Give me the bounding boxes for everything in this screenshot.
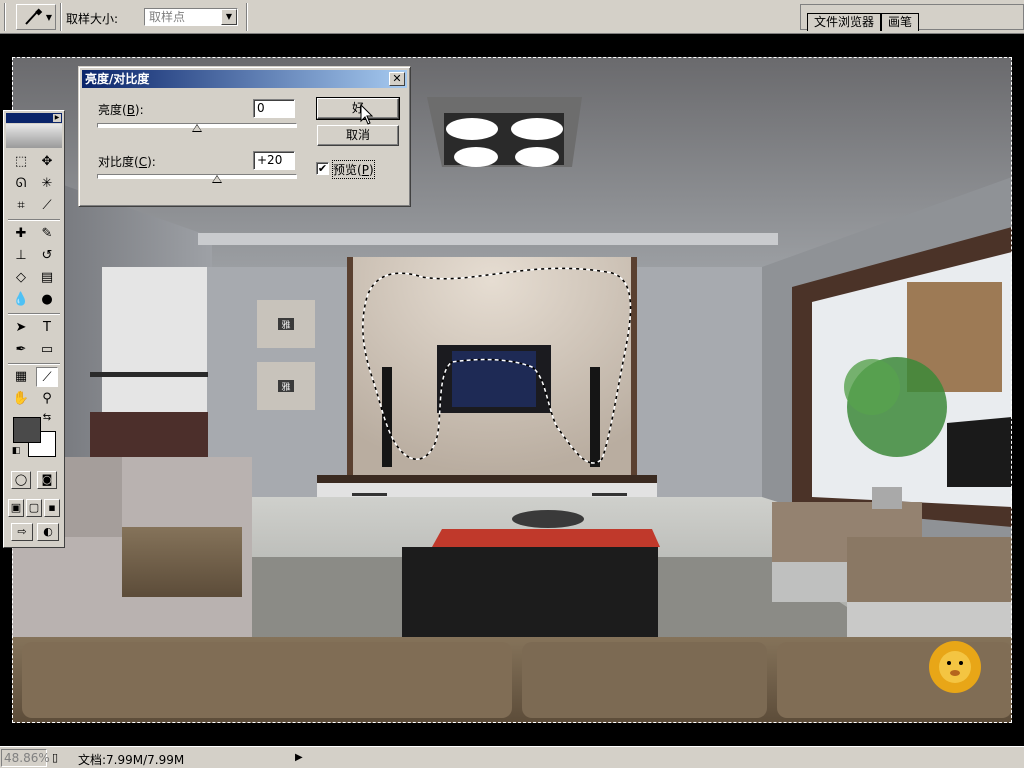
foreground-color-swatch[interactable] [13,417,41,443]
toolbox-divider [8,219,60,221]
palette-well: 文件浏览器 画笔 [800,4,1024,31]
default-colors-icon[interactable]: ◧ [10,445,22,457]
brightness-contrast-dialog: 亮度/对比度 ✕ 亮度(B): 0 对比度(C): +20 好 取消 ✔ 预览(… [78,66,411,207]
contrast-slider-thumb[interactable] [212,175,222,183]
dodge-tool-icon[interactable]: ● [36,290,58,310]
rectangle-tool-icon[interactable]: ▭ [36,340,58,360]
options-separator [246,3,248,31]
screen-mode-standard-button[interactable]: ▣ [8,499,24,517]
eyedropper-icon [25,8,43,25]
sample-size-value: 取样点 [149,10,186,24]
tool-preset-picker[interactable]: ▼ [16,4,56,30]
history-brush-tool-icon[interactable]: ↺ [36,246,58,266]
screen-mode-full-button[interactable]: ▪ [44,499,60,517]
preview-label[interactable]: 预览(P) [332,160,375,179]
move-tool-icon[interactable]: ✥ [36,152,58,172]
adobe-online-icon[interactable] [6,124,62,148]
chevron-down-icon: ▼ [221,9,237,25]
quick-mask-mode-button[interactable]: ◙ [37,471,57,489]
brush-tool-icon[interactable]: ✎ [36,224,58,244]
standard-mode-button[interactable]: ◯ [11,471,31,489]
type-tool-icon[interactable]: T [36,318,58,338]
cancel-button[interactable]: 取消 [317,125,399,146]
mouse-pointer-icon [360,104,374,125]
sample-size-select[interactable]: 取样点 ▼ [144,8,238,26]
contrast-label: 对比度(C): [98,155,156,169]
toolbox-title-bar[interactable]: ▶ [6,113,62,123]
close-icon[interactable]: ✕ [389,72,405,86]
clone-stamp-tool-icon[interactable]: ⊥ [10,246,32,266]
photoshop-window: ▼ 取样大小: 取样点 ▼ 文件浏览器 画笔 雅 雅 ▶ ⬚ ✥ ᘏ ✳ ⌗ ⟋… [0,0,1024,768]
dialog-title-bar[interactable]: 亮度/对比度 ✕ [82,70,407,88]
tab-file-browser[interactable]: 文件浏览器 [807,13,882,31]
swap-colors-icon[interactable]: ⇆ [40,411,54,425]
imageready-icon[interactable]: ◐ [37,523,59,541]
art-frame-label: 雅 [281,319,290,331]
healing-brush-tool-icon[interactable]: ✚ [10,224,32,244]
magic-wand-tool-icon[interactable]: ✳ [36,174,58,194]
toolbox-divider [8,313,60,315]
chevron-down-icon: ▼ [45,13,52,22]
options-bar: ▼ 取样大小: 取样点 ▼ 文件浏览器 画笔 [0,0,1024,34]
path-selection-tool-icon[interactable]: ➤ [10,318,32,338]
hand-tool-icon[interactable]: ✋ [10,389,32,409]
gradient-tool-icon[interactable]: ▤ [36,268,58,288]
blur-tool-icon[interactable]: 💧 [10,290,32,310]
lasso-tool-icon[interactable]: ᘏ [10,174,32,194]
slice-tool-icon[interactable]: ⟋ [36,196,58,216]
options-bar-grip[interactable] [4,3,6,31]
options-separator [60,3,62,31]
brightness-label: 亮度(B): [98,103,144,117]
document-icon[interactable]: ▯ [52,751,66,765]
brightness-input[interactable]: 0 [253,99,295,118]
jump-to-imageready-icon[interactable]: ⇨ [11,523,33,541]
ok-button[interactable]: 好 [316,97,400,120]
toolbox-panel: ▶ ⬚ ✥ ᘏ ✳ ⌗ ⟋ ✚ ✎ ⊥ ↺ ◇ ▤ 💧 ● ➤ T ✒ ▭ ▦ … [3,110,65,548]
notes-tool-icon[interactable]: ▦ [10,367,32,387]
preview-checkbox[interactable]: ✔ [316,162,329,175]
sample-size-label: 取样大小: [66,12,119,26]
toolbox-divider [8,363,60,365]
palette-menu-icon[interactable]: ▶ [53,114,61,122]
status-menu-arrow-icon[interactable]: ▶ [295,751,307,765]
art-frame-label: 雅 [281,381,290,393]
contrast-slider-track[interactable] [97,174,297,179]
contrast-input[interactable]: +20 [253,151,295,170]
zoom-tool-icon[interactable]: ⚲ [36,389,58,409]
crop-tool-icon[interactable]: ⌗ [10,196,32,216]
document-size-info: 文档:7.99M/7.99M [78,753,185,767]
zoom-level-field[interactable]: 48.86% [1,749,50,767]
brightness-slider-thumb[interactable] [192,124,202,132]
eyedropper-tool-icon[interactable]: ⟋ [36,367,58,387]
screen-mode-full-menu-button[interactable]: ▢ [26,499,42,517]
marquee-tool-icon[interactable]: ⬚ [10,152,32,172]
pen-tool-icon[interactable]: ✒ [10,340,32,360]
status-bar: 48.86% ▯ 文档:7.99M/7.99M ▶ [0,746,1024,768]
dialog-title: 亮度/对比度 [85,72,150,86]
tab-brushes[interactable]: 画笔 [881,13,920,31]
eraser-tool-icon[interactable]: ◇ [10,268,32,288]
